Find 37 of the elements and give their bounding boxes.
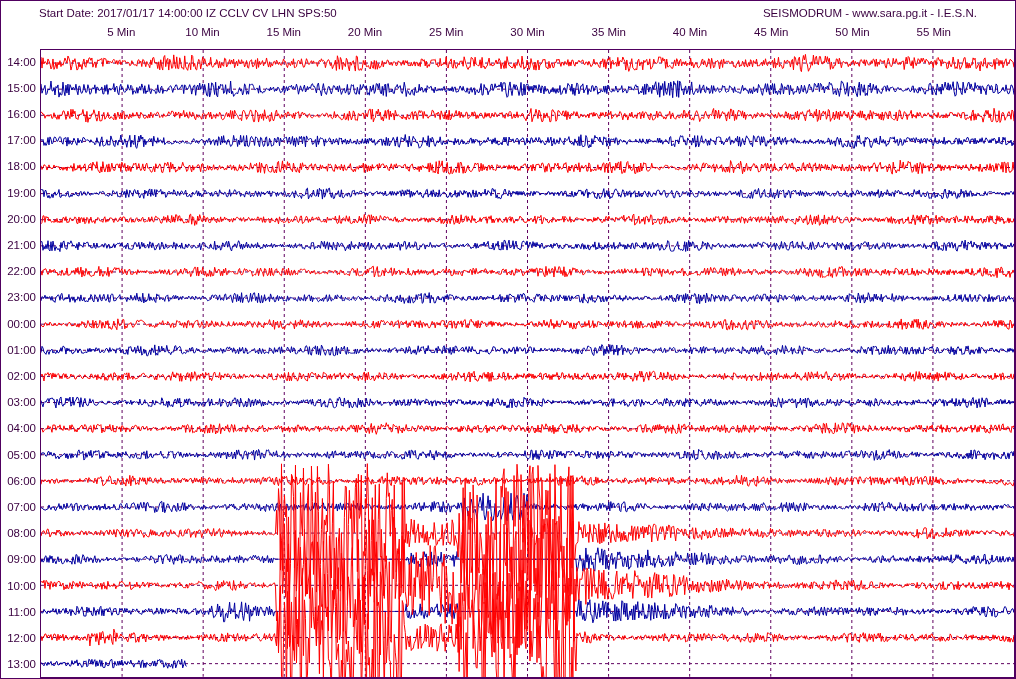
hour-label: 14:00 xyxy=(7,56,37,69)
hour-label: 18:00 xyxy=(7,161,37,173)
minute-label: 25 Min xyxy=(429,27,464,39)
hour-label: 10:00 xyxy=(7,580,37,593)
minute-label: 40 Min xyxy=(672,27,708,39)
hour-label: 19:00 xyxy=(7,187,37,200)
minute-label: 35 Min xyxy=(591,27,626,39)
start-date-text: Start Date: 2017/01/17 14:00:00 IZ CCLV CV LHN SPS:50 xyxy=(39,8,337,21)
minute-label: 10 Min xyxy=(185,27,220,39)
hour-label: 02:00 xyxy=(7,371,37,383)
hour-label: 12:00 xyxy=(7,632,37,645)
hour-label: 09:00 xyxy=(7,554,37,566)
hour-label: 11:00 xyxy=(8,606,37,619)
minute-label: 15 Min xyxy=(266,27,301,39)
credits-text: SEISMODRUM - www.sara.pg.it - I.E.S.N. xyxy=(762,8,977,21)
hour-label: 15:00 xyxy=(7,82,37,95)
hour-label: 23:00 xyxy=(7,292,37,304)
hour-label: 00:00 xyxy=(7,318,37,331)
hour-label: 21:00 xyxy=(7,240,37,252)
minute-label: 30 Min xyxy=(510,27,545,39)
hour-label: 20:00 xyxy=(7,213,37,226)
hour-label: 13:00 xyxy=(7,659,37,671)
minute-label: 50 Min xyxy=(835,27,870,39)
minute-label: 55 Min xyxy=(916,27,951,39)
hour-label: 05:00 xyxy=(7,449,37,462)
hour-label: 03:00 xyxy=(7,397,37,409)
hour-label: 17:00 xyxy=(7,135,37,147)
hour-label: 16:00 xyxy=(7,109,37,121)
hour-label: 08:00 xyxy=(7,528,37,540)
minute-label: 5 Min xyxy=(107,27,136,39)
minute-label: 45 Min xyxy=(754,27,789,39)
hour-label: 06:00 xyxy=(7,475,37,488)
hour-label: 04:00 xyxy=(7,423,37,435)
hour-label: 22:00 xyxy=(7,266,37,278)
hour-label: 07:00 xyxy=(7,501,37,514)
hour-label: 01:00 xyxy=(7,344,37,357)
minute-label: 20 Min xyxy=(347,27,383,39)
